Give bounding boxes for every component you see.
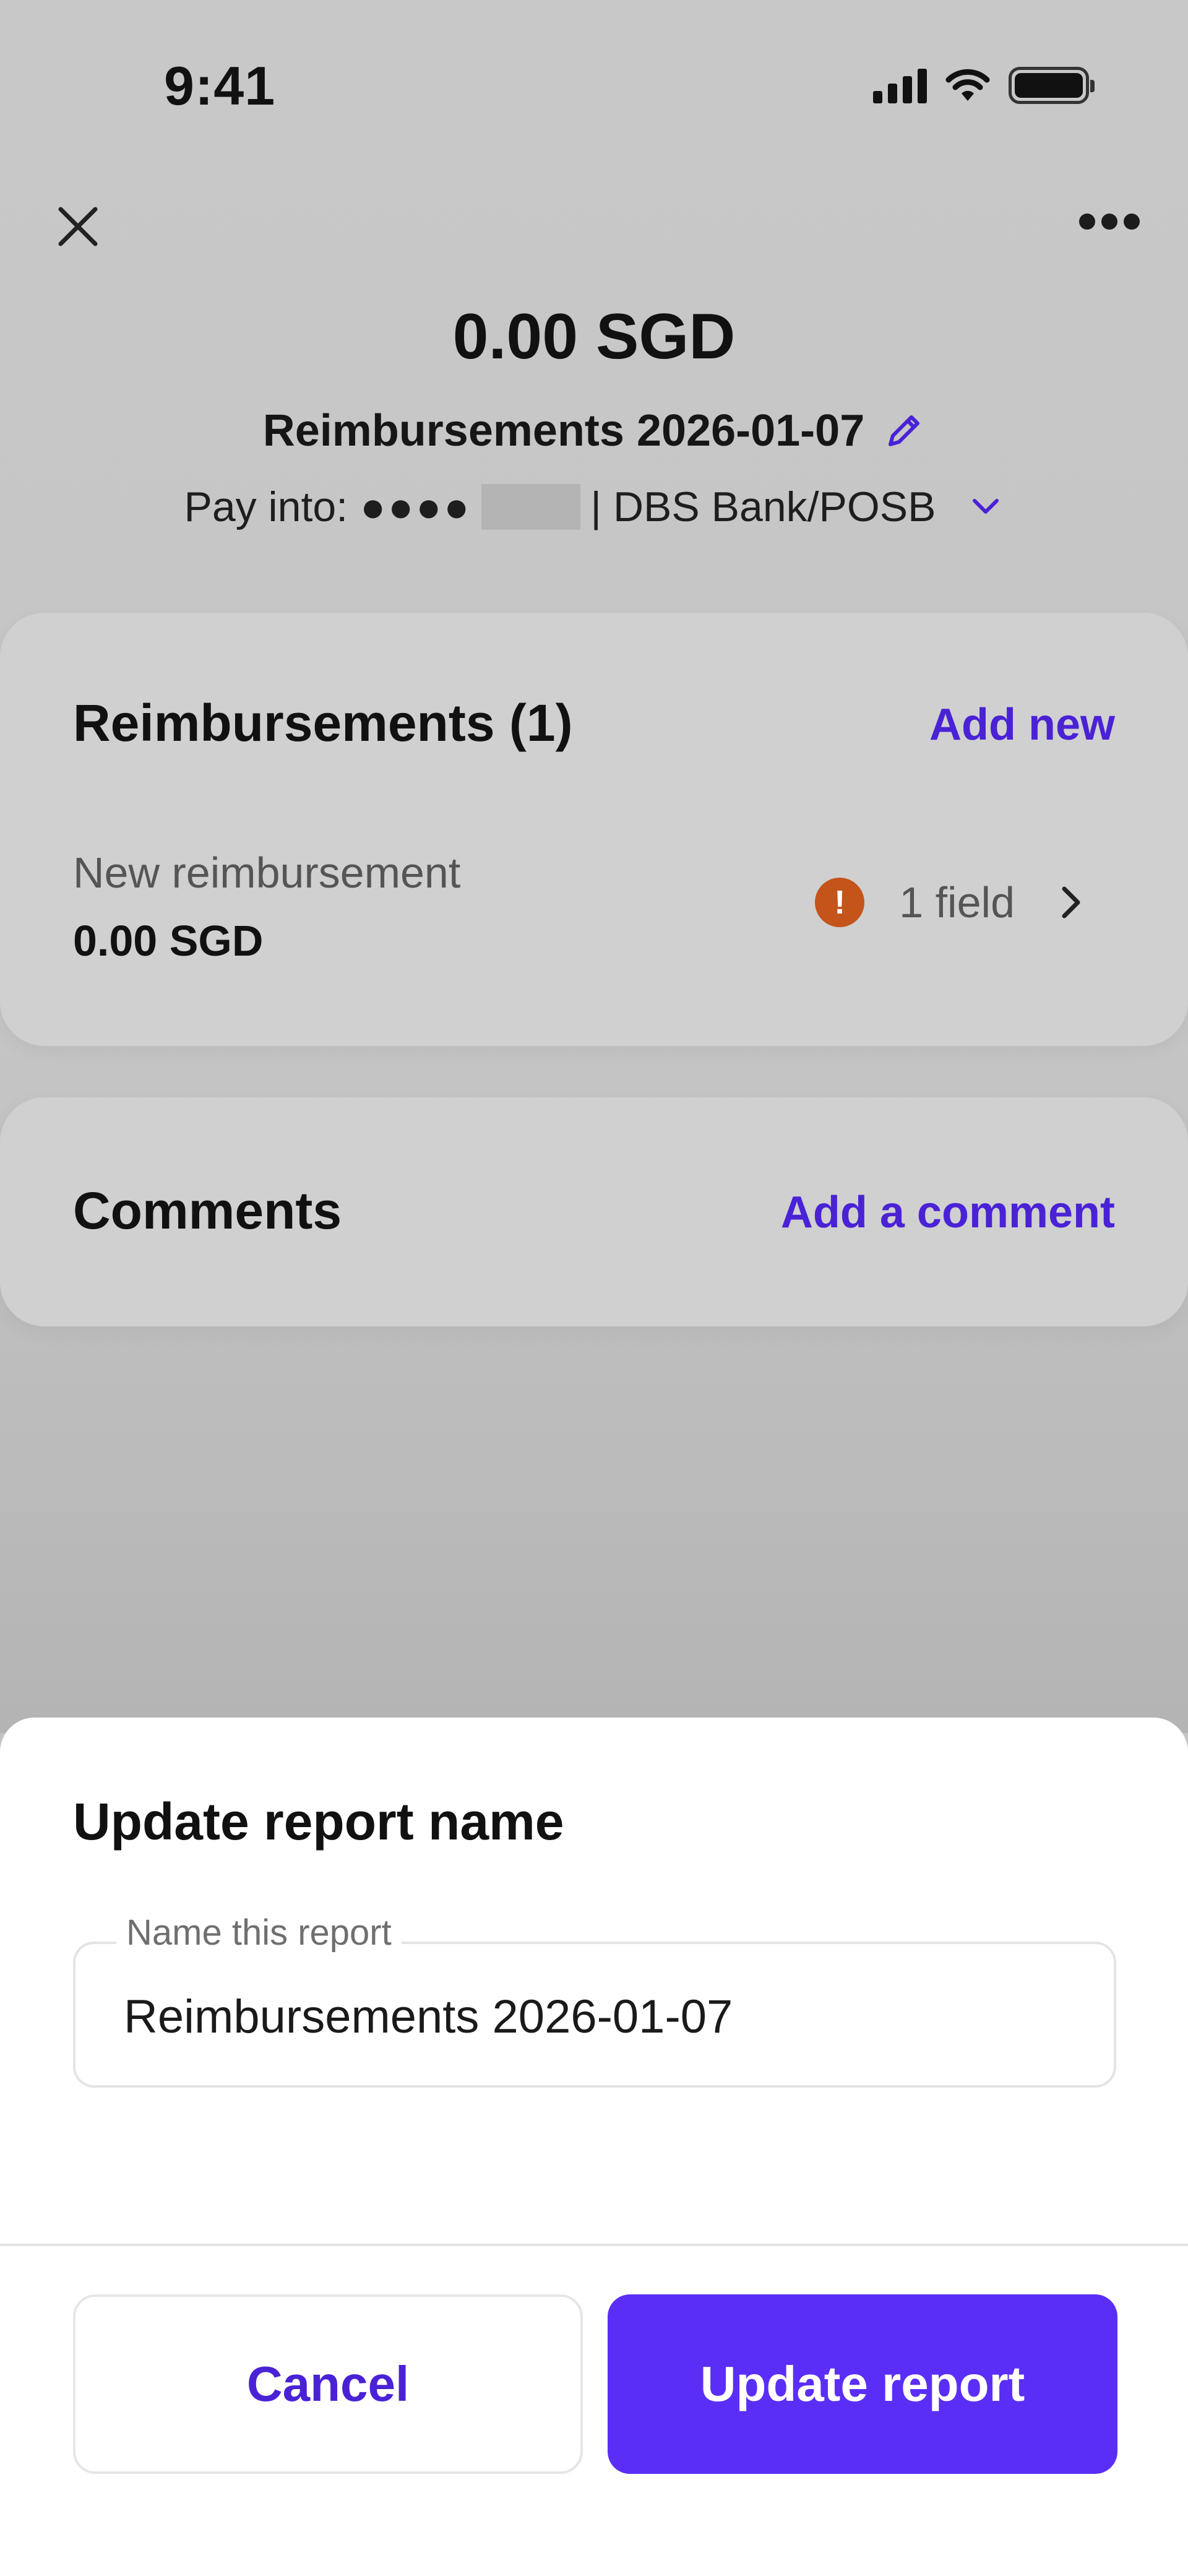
cancel-button[interactable]: Cancel xyxy=(73,2294,583,2474)
update-report-button[interactable]: Update report xyxy=(608,2294,1117,2474)
cellular-signal-icon xyxy=(873,67,927,103)
report-name-row[interactable]: Reimbursements 2026-01-07 xyxy=(0,405,1188,456)
add-new-link[interactable]: Add new xyxy=(929,699,1115,750)
report-amount: 0.00 SGD xyxy=(452,301,736,373)
chevron-right-icon xyxy=(1062,886,1080,918)
report-name: Reimbursements 2026-01-07 xyxy=(262,406,865,456)
status-time: 9:41 xyxy=(164,55,276,116)
report-name-field-label: Name this report xyxy=(116,1912,402,1953)
reimbursements-card: Reimbursements (1) Add new New reimburse… xyxy=(0,613,1188,1046)
bank-name: | DBS Bank/POSB xyxy=(590,483,936,530)
more-options-icon[interactable] xyxy=(1079,214,1140,230)
wifi-icon xyxy=(945,69,990,101)
reimbursements-heading: Reimbursements (1) xyxy=(73,694,573,752)
reimbursement-status: ! 1 field xyxy=(815,878,1089,927)
reimbursement-amount: 0.00 SGD xyxy=(73,917,264,965)
update-report-name-sheet: Update report name Name this report Canc… xyxy=(0,1718,1188,2576)
close-icon[interactable] xyxy=(54,203,101,250)
pay-into-label: Pay into: xyxy=(184,483,348,530)
battery-icon xyxy=(1009,67,1095,104)
warning-icon: ! xyxy=(815,878,865,927)
redacted-account-digits xyxy=(481,484,581,530)
chevron-down-icon[interactable] xyxy=(967,488,1004,525)
masked-account-number: ●●●● xyxy=(360,483,472,530)
status-icons xyxy=(873,67,1095,104)
reimbursement-label: New reimbursement xyxy=(73,849,461,897)
missing-field-count: 1 field xyxy=(899,878,1015,927)
pay-into-row[interactable]: Pay into: ●●●● | DBS Bank/POSB xyxy=(0,483,1188,531)
pencil-icon[interactable] xyxy=(883,410,925,452)
add-comment-link[interactable]: Add a comment xyxy=(781,1187,1115,1238)
comments-heading: Comments xyxy=(73,1182,342,1240)
report-name-field[interactable]: Name this report xyxy=(73,1912,1116,2088)
report-name-input[interactable] xyxy=(124,1990,1052,2044)
comments-card: Comments Add a comment xyxy=(0,1097,1188,1326)
sheet-divider xyxy=(0,2244,1188,2246)
sheet-title: Update report name xyxy=(73,1792,564,1851)
